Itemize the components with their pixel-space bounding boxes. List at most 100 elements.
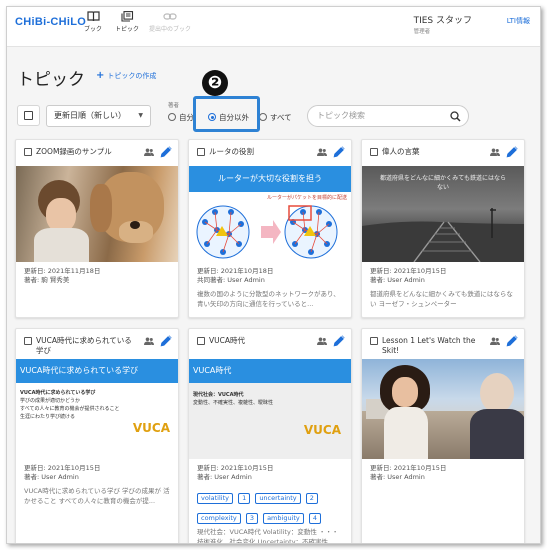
book-icon — [86, 11, 100, 22]
edit-icon[interactable] — [160, 335, 172, 347]
edit-icon[interactable] — [333, 335, 345, 347]
card-description: VUCA時代に求められている学び 学びの成果が 活かせること すべての人々に教育… — [24, 487, 170, 505]
topic-card[interactable]: Lesson 1 Let's Watch the Skit! 更新日: 2021… — [361, 328, 525, 543]
keyword-count[interactable]: 2 — [305, 493, 318, 504]
card-checkbox[interactable] — [370, 148, 378, 156]
card-author: 著者: User Admin — [370, 473, 425, 481]
thumb-bullet: 現代社会：VUCA時代 — [193, 392, 244, 398]
radio-icon — [168, 113, 176, 121]
select-all-checkbox[interactable] — [17, 105, 40, 126]
card-header: Lesson 1 Let's Watch the Skit! — [362, 329, 524, 359]
card-title: VUCA時代に求められている学び — [36, 336, 132, 355]
card-header: 偉人の言葉 — [362, 140, 524, 166]
dog-nose-shape — [130, 221, 140, 229]
checkbox-icon — [24, 111, 33, 120]
card-title: ZOOM録画のサンプル — [36, 147, 112, 156]
top-header: CHiBi-CHiLO ブック トピック 提出中のブック TIES スタッフ 管… — [7, 7, 540, 47]
people-icon — [317, 337, 327, 345]
card-thumbnail: 都道府県をどんなに細かくみても鉄道にはならない — [362, 166, 524, 262]
radio-icon — [259, 113, 267, 121]
thumb-banner: VUCA時代 — [189, 359, 351, 383]
card-checkbox[interactable] — [24, 148, 32, 156]
filter-all-radio[interactable]: すべて — [259, 112, 292, 123]
nav-submitted-book: 提出中のブック — [145, 11, 195, 33]
card-meta: 更新日: 2021年10月18日 共同著者: User Admin — [189, 262, 351, 285]
keyword-count[interactable]: 4 — [308, 513, 322, 524]
vuca-logo: VUCA — [132, 421, 170, 435]
filter-all-label: すべて — [270, 113, 292, 122]
card-header: ルータの役割 — [189, 140, 351, 166]
card-updated: 更新日: 2021年10月15日 — [197, 464, 274, 472]
keyword-tag[interactable]: ambiguity — [263, 513, 304, 524]
thumb-bullet: 変動性、不確実性、複雑性、曖昧性 — [193, 400, 274, 406]
thumb-bullet: VUCA時代に求められている学び — [20, 390, 96, 396]
card-author: 著者: User Admin — [370, 276, 425, 284]
keyword-tag[interactable]: uncertainty — [255, 493, 301, 504]
railway-image — [362, 208, 524, 262]
nav-topic[interactable]: トピック — [110, 11, 144, 33]
girl-face-shape — [392, 377, 418, 407]
topic-card[interactable]: 偉人の言葉 都道府県をどんなに細かくみても鉄道にはならない 更新日: 2021年… — [361, 139, 525, 318]
nav-submitted-label: 提出中のブック — [148, 26, 191, 33]
card-thumbnail — [16, 166, 178, 262]
card-thumbnail: VUCA時代 現代社会：VUCA時代 変動性、不確実性、複雑性、曖昧性 VUCA — [189, 359, 351, 459]
create-topic-link[interactable]: + トピックの作成 — [96, 70, 156, 81]
sort-select[interactable]: 更新日順（新しい） ▼ — [46, 105, 151, 127]
card-thumbnail: VUCA時代に求められている学び VUCA時代に求められている学び 学びの成果が… — [16, 359, 178, 459]
topic-card[interactable]: VUCA時代 VUCA時代 現代社会：VUCA時代 変動性、不確実性、複雑性、曖… — [188, 328, 352, 544]
card-description: 現代社会：VUCA時代 Volatility：変動性 ・・・技術進化、社会変化 … — [197, 528, 339, 544]
edit-icon[interactable] — [160, 146, 172, 158]
card-author: 著者: User Admin — [24, 473, 79, 481]
card-thumbnail: ルーターが大切な役割を担う ルーターがパケットを目標的に配送 — [189, 166, 351, 262]
plus-icon: + — [96, 70, 105, 81]
people-icon — [144, 148, 154, 156]
topic-card[interactable]: VUCA時代に求められている学び VUCA時代に求められている学び VUCA時代… — [15, 328, 179, 543]
card-checkbox[interactable] — [197, 337, 205, 345]
topic-card[interactable]: ルータの役割 ルーターが大切な役割を担う ルーターがパケットを目標的に配送 更新… — [188, 139, 352, 318]
thumb-banner: ルーターが大切な役割を担う — [189, 166, 351, 192]
thumb-bullet: 生涯にわたり学び続ける — [20, 414, 76, 420]
sort-value: 更新日順（新しい） — [54, 111, 126, 120]
card-checkbox[interactable] — [370, 337, 378, 345]
keyword-tag[interactable]: volatility — [197, 493, 233, 504]
card-header: VUCA時代 — [189, 329, 351, 359]
card-author: 共同著者: User Admin — [197, 276, 265, 284]
girl-body-shape — [384, 407, 428, 459]
edit-icon[interactable] — [333, 146, 345, 158]
lti-info-link[interactable]: LTI情報 — [507, 16, 530, 26]
edit-icon[interactable] — [506, 335, 518, 347]
card-title: Lesson 1 Let's Watch the Skit! — [382, 336, 476, 355]
thumb-bullet: 学びの成果が適切かどうか — [20, 398, 81, 404]
people-icon — [490, 148, 500, 156]
thumb-bullets: VUCA時代に求められている学び 学びの成果が適切かどうか すべての人々に教育の… — [20, 389, 120, 421]
user-menu[interactable]: TIES スタッフ 管理者 — [414, 13, 472, 35]
card-meta: 更新日: 2021年10月15日 著者: User Admin — [362, 262, 524, 285]
child-face-shape — [46, 198, 76, 232]
create-topic-label: トピックの作成 — [107, 72, 157, 80]
nav-topic-label: トピック — [114, 26, 139, 33]
child-body-shape — [34, 228, 89, 262]
card-updated: 更新日: 2021年10月18日 — [197, 267, 274, 275]
app-window: CHiBi-CHiLO ブック トピック 提出中のブック TIES スタッフ 管… — [6, 6, 541, 544]
boy-face-shape — [480, 373, 514, 413]
card-updated: 更新日: 2021年10月15日 — [370, 267, 447, 275]
page-title: トピック — [17, 70, 85, 90]
people-icon — [144, 337, 154, 345]
search-placeholder: トピック検索 — [317, 111, 365, 120]
card-updated: 更新日: 2021年10月15日 — [24, 464, 101, 472]
keyword-count[interactable]: 3 — [245, 513, 258, 524]
topic-search-input[interactable]: トピック検索 — [307, 105, 469, 127]
card-checkbox[interactable] — [197, 148, 205, 156]
thumb-bullets: 現代社会：VUCA時代 変動性、不確実性、複雑性、曖昧性 — [193, 391, 273, 407]
topic-card[interactable]: ZOOM録画のサンプル 更新日: 2021年11月18日 著者: 駒 賢秀美 — [15, 139, 179, 318]
topic-icon — [120, 11, 133, 22]
keyword-tag[interactable]: complexity — [197, 513, 241, 524]
thumb-quote: 都道府県をどんなに細かくみても鉄道にはならない — [380, 175, 506, 191]
filter-mine-radio[interactable]: 自分 — [168, 112, 194, 123]
keyword-count[interactable]: 1 — [238, 493, 251, 504]
nav-book[interactable]: ブック — [76, 11, 110, 33]
search-icon[interactable] — [450, 111, 461, 122]
edit-icon[interactable] — [506, 146, 518, 158]
card-title: 偉人の言葉 — [382, 147, 420, 156]
card-checkbox[interactable] — [24, 337, 32, 345]
